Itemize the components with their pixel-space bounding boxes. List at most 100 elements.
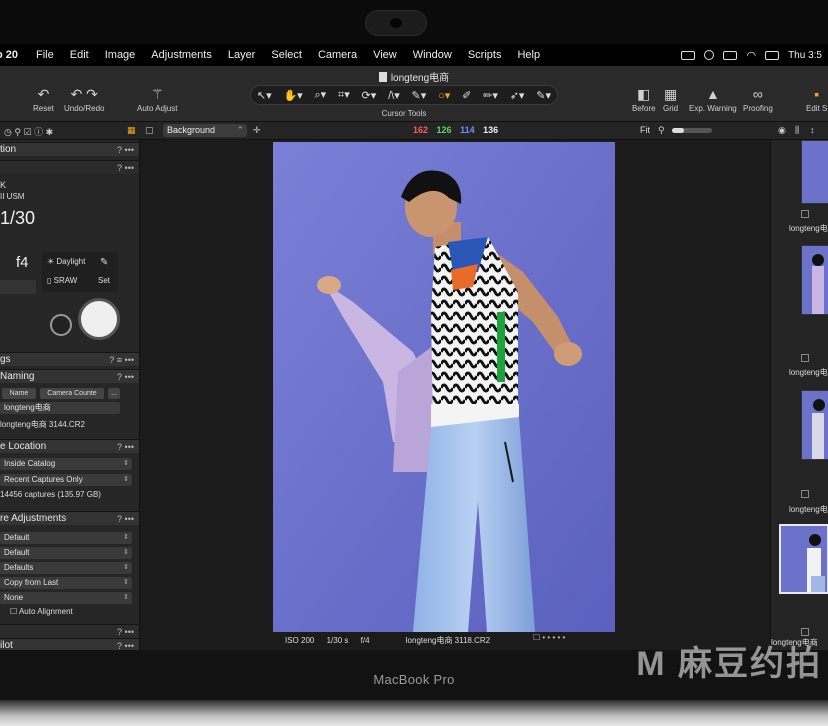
gear-icon[interactable]: ✱ bbox=[46, 127, 54, 137]
photo-preview[interactable] bbox=[273, 142, 615, 632]
menu-clock[interactable]: Thu 3:5 bbox=[788, 50, 822, 61]
battery-icon[interactable] bbox=[765, 50, 780, 60]
location-header[interactable]: e Location ? ••• bbox=[0, 439, 139, 454]
zoom-slider[interactable] bbox=[672, 128, 712, 133]
picker-tool-icon[interactable]: ✎▾ bbox=[409, 89, 430, 102]
thumbnail[interactable] bbox=[801, 140, 828, 204]
panel-help-icon[interactable]: ? ••• bbox=[117, 161, 134, 175]
naming-token-counter[interactable]: Camera Counte bbox=[40, 388, 104, 399]
fit-label[interactable]: Fit bbox=[640, 125, 650, 135]
thumbnail-checkbox[interactable] bbox=[801, 210, 809, 218]
thumbnail-selected[interactable] bbox=[779, 524, 828, 594]
gradient-tool-icon[interactable]: ➶▾ bbox=[507, 89, 528, 102]
viewer-grid-icon[interactable]: ▦ bbox=[127, 125, 136, 136]
search-tab-icon[interactable]: ⚲ bbox=[14, 127, 21, 137]
menu-window[interactable]: Window bbox=[405, 49, 460, 61]
select-tool-icon[interactable]: ↖▾ bbox=[254, 89, 275, 102]
menu-camera[interactable]: Camera bbox=[310, 49, 365, 61]
menu-layer[interactable]: Layer bbox=[220, 49, 264, 61]
check-tab-icon[interactable]: ☑ bbox=[23, 127, 31, 137]
shutter-value[interactable]: 1/30 bbox=[0, 208, 35, 229]
zoom-tool-icon[interactable]: ⌕▾ bbox=[312, 88, 330, 102]
wb-format[interactable]: ▯ SRAW bbox=[47, 276, 77, 285]
adjustment-select-1[interactable]: Default ⇕ bbox=[0, 532, 132, 544]
brush-tool-icon[interactable]: ✐ bbox=[459, 89, 474, 102]
adjustment-select-3[interactable]: Defaults ⇕ bbox=[0, 562, 132, 574]
clock-icon[interactable] bbox=[704, 50, 715, 60]
panel-menu-icon[interactable]: ? ≡ ••• bbox=[109, 353, 134, 367]
menu-view[interactable]: View bbox=[365, 49, 405, 61]
grid-button[interactable]: ▦ Grid bbox=[663, 84, 678, 113]
naming-more-button[interactable]: ... bbox=[108, 388, 120, 399]
session-name-field[interactable]: longteng电商 bbox=[0, 402, 120, 414]
naming-header[interactable]: Naming ? ••• bbox=[0, 369, 139, 384]
cast-icon[interactable] bbox=[723, 50, 738, 60]
panel-help-icon[interactable]: ? ••• bbox=[117, 370, 134, 384]
keystone-tool-icon[interactable]: /\▾ bbox=[385, 89, 403, 102]
panel-help-icon[interactable]: ? ••• bbox=[117, 440, 134, 454]
exp-warning-button[interactable]: ▲ Exp. Warning bbox=[689, 84, 737, 113]
undo-redo-button[interactable]: ↶ ↷ Undo/Redo bbox=[64, 84, 104, 113]
live-view-button[interactable] bbox=[50, 314, 72, 336]
edit-button[interactable]: ▪ Edit S bbox=[806, 84, 827, 113]
proofing-button[interactable]: ∞ Proofing bbox=[743, 84, 773, 113]
before-button[interactable]: ◧ Before bbox=[632, 84, 656, 113]
location-select[interactable]: Inside Catalog ⇕ bbox=[0, 458, 132, 470]
camera-panel-header[interactable]: tion ? ••• bbox=[0, 142, 139, 157]
spot-tool-icon[interactable]: ○▾ bbox=[435, 89, 453, 102]
panel-help-icon[interactable]: ? ••• bbox=[117, 512, 134, 526]
filter-icon[interactable]: ⫼ bbox=[795, 125, 799, 136]
panel-help-icon[interactable]: ? ••• bbox=[117, 143, 134, 157]
auto-alignment-checkbox[interactable]: ☐ Auto Alignment bbox=[10, 607, 73, 616]
adjustment-select-4[interactable]: Copy from Last ⇕ bbox=[0, 577, 132, 589]
menu-image[interactable]: Image bbox=[97, 49, 144, 61]
eraser-tool-icon[interactable]: ✏▾ bbox=[480, 89, 501, 102]
camera-tab-icon[interactable]: ◷ bbox=[4, 127, 12, 137]
menu-help[interactable]: Help bbox=[509, 49, 548, 61]
settings-header[interactable]: gs ? ≡ ••• bbox=[0, 352, 139, 367]
thumbnail[interactable] bbox=[801, 390, 828, 460]
adjustment-select-2[interactable]: Default ⇕ bbox=[0, 547, 132, 559]
panel-help-icon[interactable]: ? ••• bbox=[117, 625, 134, 639]
add-layer-icon[interactable]: ✛ bbox=[253, 125, 261, 136]
naming-token-name[interactable]: Name bbox=[2, 388, 36, 399]
sort-icon[interactable]: ↕ bbox=[810, 125, 815, 135]
display-icon[interactable] bbox=[681, 50, 696, 60]
thumbnail-checkbox[interactable] bbox=[801, 490, 809, 498]
viewer-single-icon[interactable]: ▢ bbox=[145, 125, 154, 136]
before-after-icon: ◧ bbox=[637, 86, 651, 102]
annotate-tool-icon[interactable]: ✎▾ bbox=[533, 89, 554, 102]
eye-icon[interactable]: ◉ bbox=[778, 125, 786, 136]
thumbnail[interactable] bbox=[801, 245, 828, 315]
menu-adjustments[interactable]: Adjustments bbox=[143, 49, 220, 61]
panel-help-icon[interactable]: ? ••• bbox=[117, 639, 134, 650]
screen: o 20 File Edit Image Adjustments Layer S… bbox=[0, 44, 828, 650]
adjustment-select-5[interactable]: None ⇕ bbox=[0, 592, 132, 604]
thumbnail-checkbox[interactable] bbox=[801, 628, 809, 636]
menu-select[interactable]: Select bbox=[263, 49, 310, 61]
info-tab-icon[interactable]: ⓘ bbox=[34, 127, 43, 137]
pan-tool-icon[interactable]: ✋▾ bbox=[280, 89, 305, 102]
zoom-slider-thumb[interactable] bbox=[672, 128, 684, 133]
menu-file[interactable]: File bbox=[28, 49, 62, 61]
menu-edit[interactable]: Edit bbox=[62, 49, 97, 61]
menu-scripts[interactable]: Scripts bbox=[460, 49, 510, 61]
pilot-header[interactable]: ilot ? ••• bbox=[0, 638, 139, 650]
capture-button[interactable] bbox=[78, 298, 120, 340]
wb-set-button[interactable]: Set bbox=[98, 276, 110, 285]
pencil-icon[interactable]: ✎ bbox=[100, 257, 108, 268]
rotate-tool-icon[interactable]: ⟳▾ bbox=[359, 89, 380, 102]
app-menu[interactable]: o 20 bbox=[0, 49, 28, 61]
thumbnail-checkbox[interactable] bbox=[801, 354, 809, 362]
crop-tool-icon[interactable]: ⌗▾ bbox=[335, 88, 353, 102]
auto-adjust-button[interactable]: ⚚ Auto Adjust bbox=[137, 84, 177, 113]
aperture-value[interactable]: f4 bbox=[16, 254, 29, 271]
wifi-icon[interactable]: ◠ bbox=[746, 49, 756, 62]
rating-dots[interactable]: ☐ • • • • • bbox=[533, 633, 565, 642]
layer-select[interactable]: Background ⌃ bbox=[163, 124, 247, 137]
adjustments-header[interactable]: re Adjustments ? ••• bbox=[0, 511, 139, 526]
reset-button[interactable]: ↶ Reset bbox=[33, 84, 54, 113]
wb-daylight[interactable]: ☀ Daylight bbox=[47, 257, 85, 266]
captures-select[interactable]: Recent Captures Only ⇕ bbox=[0, 474, 132, 486]
image-viewer[interactable]: ISO 200 1/30 s f/4 longteng电商 3118.CR2 ☐… bbox=[140, 140, 770, 650]
